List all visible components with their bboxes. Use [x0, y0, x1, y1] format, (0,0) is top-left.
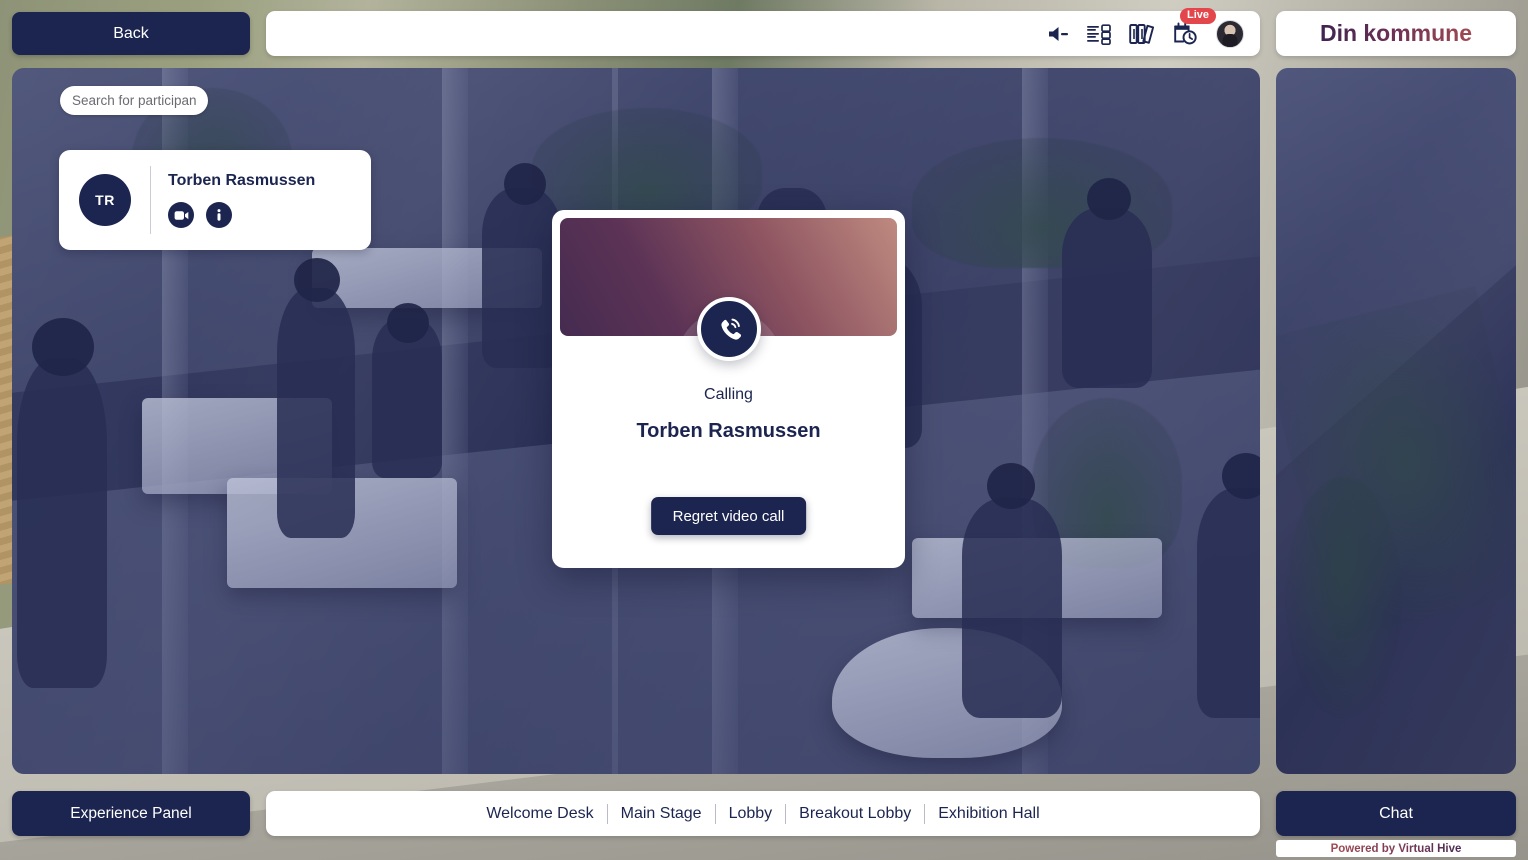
powered-by-label: Powered by Virtual Hive: [1330, 842, 1462, 855]
scene-person-head: [387, 303, 429, 343]
nav-link-exhibition-hall[interactable]: Exhibition Hall: [925, 805, 1052, 823]
live-badge: Live: [1179, 7, 1216, 24]
top-bar: Back Live Din kommune: [0, 0, 1528, 66]
brand-logo[interactable]: Din kommune: [1276, 11, 1516, 56]
nav-link-main-stage[interactable]: Main Stage: [608, 805, 715, 823]
books-library-icon[interactable]: [1128, 21, 1156, 47]
calendar-clock-icon[interactable]: Live: [1172, 7, 1216, 47]
agenda-list-icon[interactable]: [1086, 23, 1112, 45]
side-panel-palm: [1285, 477, 1401, 718]
search-participant-input[interactable]: [60, 86, 208, 115]
scene-person: [1062, 208, 1152, 388]
top-toolbar: Live: [266, 7, 1260, 56]
scene-person-head: [32, 318, 94, 376]
scene-person-head: [987, 463, 1035, 509]
participant-initials-avatar: TR: [79, 174, 131, 226]
chat-button[interactable]: Chat: [1276, 791, 1516, 836]
regret-video-call-button[interactable]: Regret video call: [650, 497, 807, 535]
participant-card[interactable]: TR Torben Rasmussen: [59, 150, 371, 250]
scene-person: [17, 358, 107, 688]
back-button[interactable]: Back: [12, 12, 250, 55]
user-avatar[interactable]: [1216, 19, 1244, 48]
experience-panel-button[interactable]: Experience Panel: [12, 791, 250, 836]
participant-name: Torben Rasmussen: [168, 172, 316, 189]
powered-by-footer: Powered by Virtual Hive: [1276, 840, 1516, 857]
volume-down-icon[interactable]: [1046, 24, 1070, 44]
video-call-icon[interactable]: [168, 202, 194, 228]
scene-person-head: [294, 258, 340, 302]
nav-link-breakout-lobby[interactable]: Breakout Lobby: [786, 805, 924, 823]
scene-person: [1197, 488, 1260, 718]
brand-label: Din kommune: [1319, 20, 1473, 46]
call-callee-name: Torben Rasmussen: [636, 420, 821, 442]
scene-person-head: [1087, 178, 1131, 220]
nav-link-lobby[interactable]: Lobby: [716, 805, 786, 823]
card-divider: [150, 166, 151, 234]
right-side-panel: [1276, 68, 1516, 774]
participant-info: Torben Rasmussen: [168, 172, 315, 228]
calling-modal: Calling Torben Rasmussen Regret video ca…: [552, 210, 905, 568]
participant-actions: [168, 202, 315, 228]
bottom-navigation: Welcome Desk Main Stage Lobby Breakout L…: [266, 791, 1260, 836]
scene-person: [962, 498, 1062, 718]
nav-link-welcome-desk[interactable]: Welcome Desk: [473, 805, 606, 823]
phone-calling-icon: [696, 297, 761, 361]
info-icon[interactable]: [206, 202, 232, 228]
call-status-text: Calling: [704, 386, 753, 403]
scene-person: [277, 288, 355, 538]
scene-person-head: [504, 163, 546, 205]
scene-person: [482, 188, 562, 368]
